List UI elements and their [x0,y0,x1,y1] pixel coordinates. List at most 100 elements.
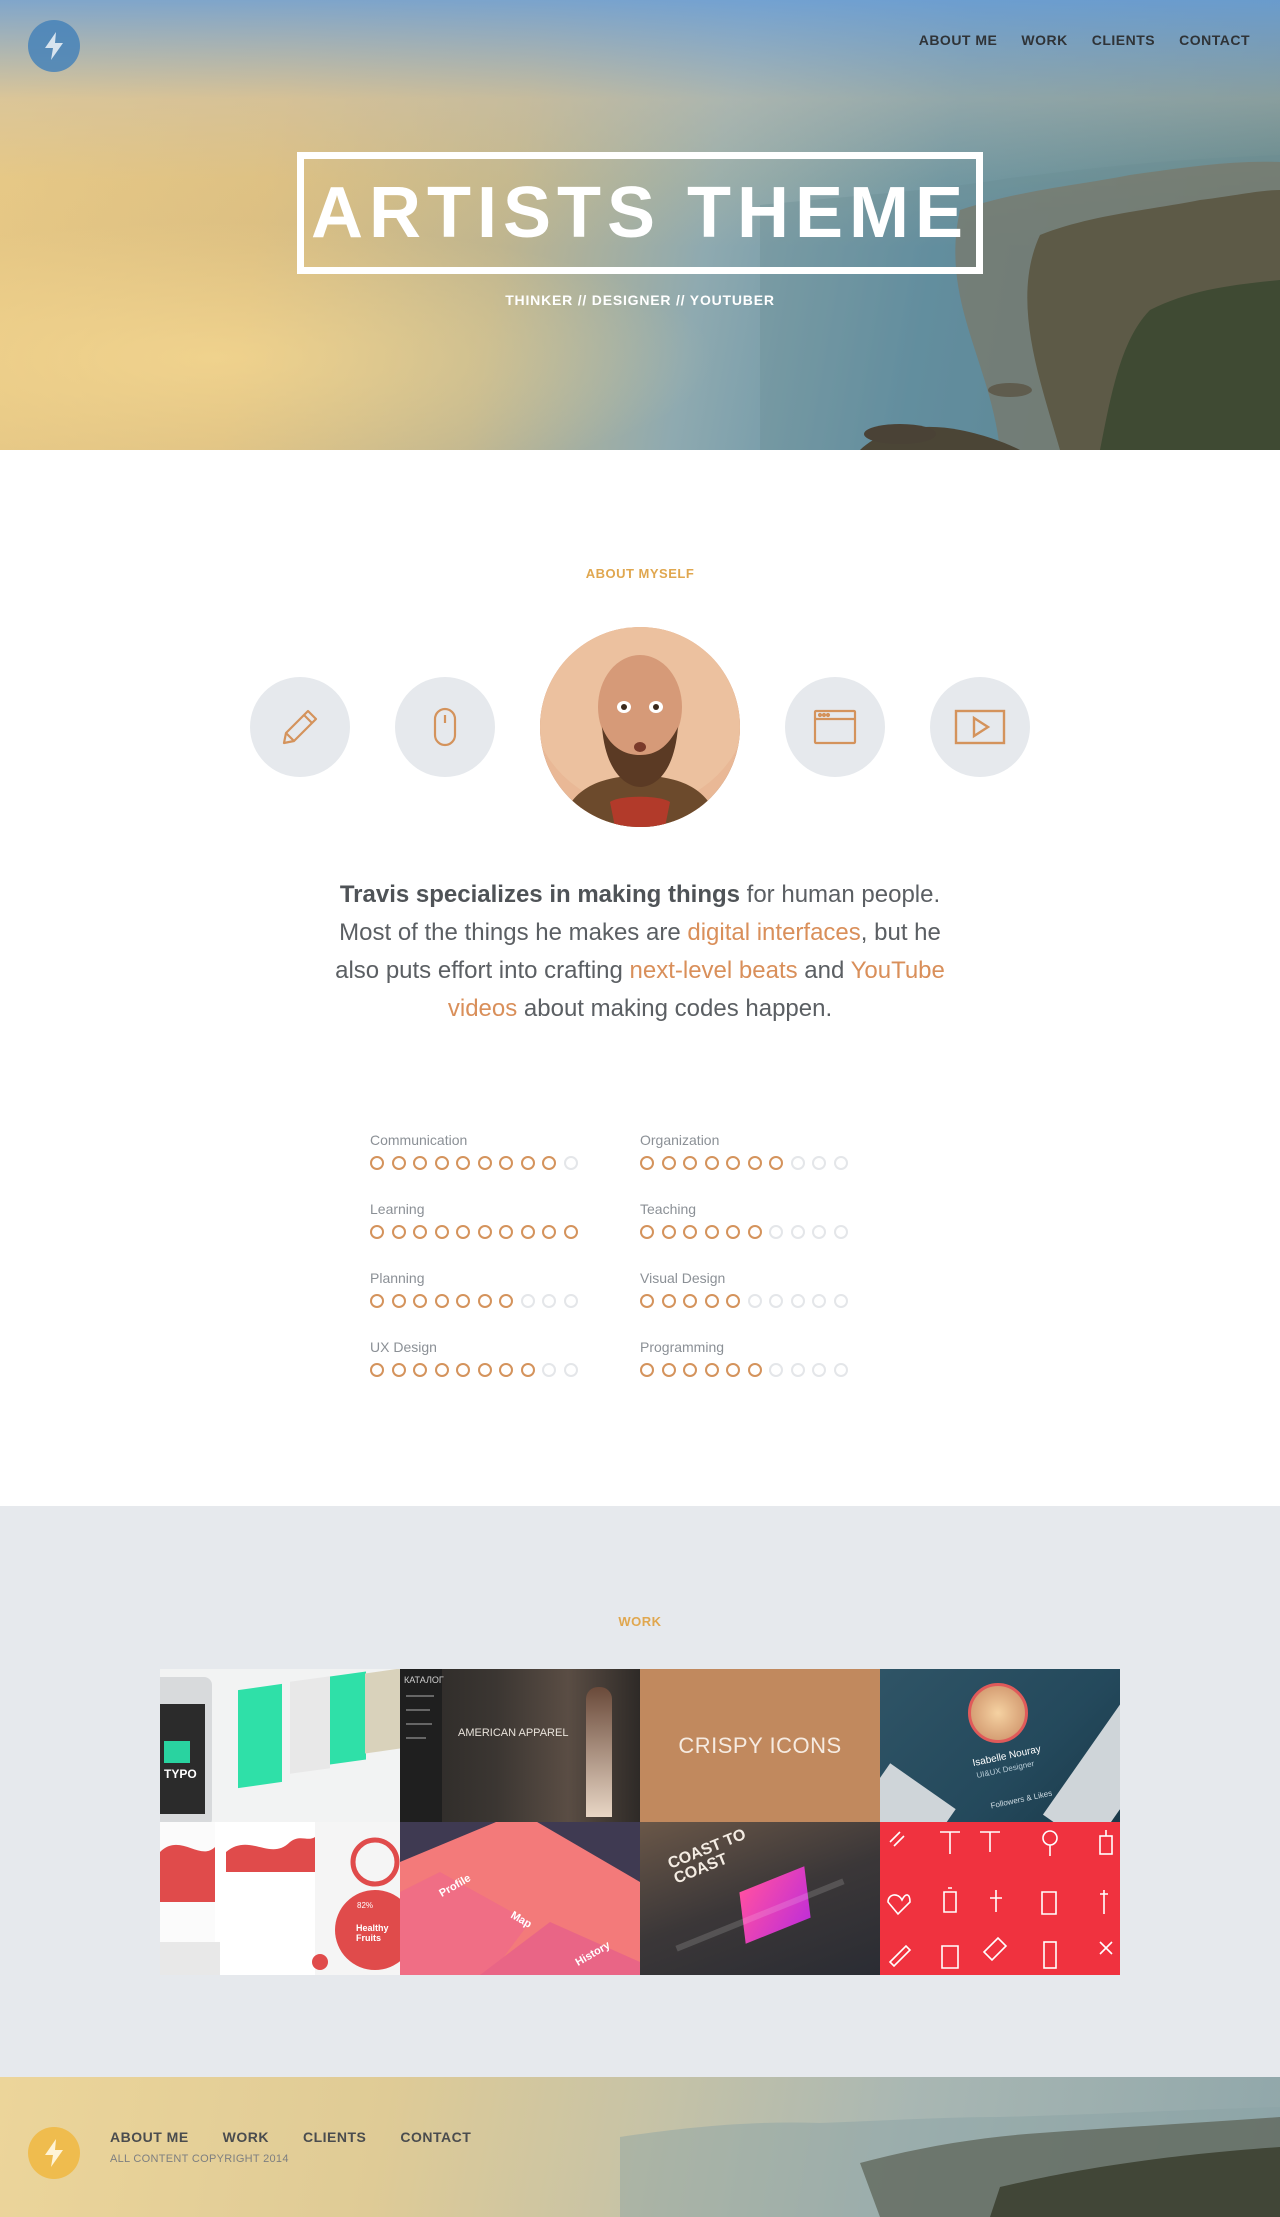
skill-programming: Programming [640,1339,880,1377]
rating-dot-filled [413,1225,427,1239]
skill-teaching: Teaching [640,1201,880,1239]
footer-nav-work[interactable]: WORK [223,2129,269,2145]
rating-dot-empty [790,1225,805,1239]
link-digital-interfaces[interactable]: digital interfaces [687,919,860,946]
rating-dot-empty [812,1294,826,1308]
work-tile-crispy-icons[interactable]: CRISPY ICONS [640,1669,880,1822]
rating-dot-filled [704,1363,719,1377]
work-tile-coast[interactable]: COAST TO COAST [640,1822,880,1975]
rating-dot-filled [563,1225,578,1239]
rating-dot-filled [640,1225,654,1239]
rating-dot-filled [683,1294,697,1308]
rating-dot-filled [434,1363,449,1377]
rating-dot-filled [726,1156,740,1170]
skill-label: Programming [640,1339,725,1355]
rating-dot-filled [520,1156,535,1170]
rating-dot-empty [542,1363,556,1377]
fruits-charts [160,1822,400,1975]
hero: ABOUT ME WORK CLIENTS CONTACT ARTISTS TH… [0,0,1280,450]
link-next-level-beats[interactable]: next-level beats [630,957,798,984]
apparel-title: AMERICAN APPAREL [458,1727,569,1739]
rating-dot-empty [542,1294,556,1308]
rating-dot-filled [391,1156,406,1170]
work-tile-fruits[interactable]: 82% Healthy Fruits [160,1822,400,1975]
logo[interactable] [28,20,80,72]
skill-ux-design: UX Design [370,1339,610,1377]
work-tile-red-icons[interactable] [880,1822,1120,1975]
browser-circle [785,677,885,777]
rating-dot-empty [769,1225,783,1239]
rating-dot-filled [640,1294,654,1308]
rating-dot-filled [704,1156,719,1170]
rating-dot-filled [413,1156,427,1170]
rating-dot-filled [499,1294,513,1308]
rating-dot-filled [726,1363,740,1377]
footer: ABOUT ME WORK CLIENTS CONTACT ALL CONTEN… [0,2077,1280,2217]
skill-label: Planning [370,1270,425,1286]
nav-work[interactable]: WORK [1021,32,1067,48]
rating-dot-filled [391,1294,406,1308]
rating-dot-filled [683,1225,697,1239]
rating-dot-filled [499,1225,513,1239]
rating-dot-empty [747,1294,762,1308]
work-label: WORK [618,1614,662,1629]
rating-dot-filled [661,1363,676,1377]
rating-dot-empty [812,1225,826,1239]
skill-rating [640,1294,880,1308]
avatar-photo [540,627,740,827]
rating-dot-filled [370,1156,384,1170]
rating-dot-filled [542,1225,556,1239]
nav-clients[interactable]: CLIENTS [1092,32,1155,48]
top-nav: ABOUT ME WORK CLIENTS CONTACT [919,32,1250,48]
skill-label: Teaching [640,1201,697,1217]
rating-dot-empty [563,1363,578,1377]
about-section: ABOUT MYSELF Travis specializes in makin… [0,450,1280,1506]
nav-about-me[interactable]: ABOUT ME [919,32,998,48]
crispy-icons-title: CRISPY ICONS [678,1732,842,1758]
work-tile-menu[interactable]: Profile Map History [400,1822,640,1975]
skill-label: Organization [640,1132,720,1148]
skill-planning: Planning [370,1270,610,1308]
rating-dot-filled [370,1225,384,1239]
skill-label: Communication [370,1132,468,1148]
rating-dot-filled [434,1225,449,1239]
hero-title-box: ARTISTS THEME [297,152,983,274]
catalog-menu-label: КАТАЛОГ [404,1675,444,1685]
rating-dot-filled [640,1363,654,1377]
rating-dot-filled [769,1156,783,1170]
nav-contact[interactable]: CONTACT [1179,32,1250,48]
work-tile-apparel[interactable]: КАТАЛОГ AMERICAN APPAREL [400,1669,640,1822]
fruits-title: Healthy Fruits [356,1923,389,1943]
work-tile-profile[interactable]: Isabelle Nouray UI&UX Designer Followers… [880,1669,1120,1822]
lightning-icon [45,32,63,60]
footer-logo[interactable] [28,2127,80,2179]
rating-dot-empty [520,1294,535,1308]
lightning-icon [45,2139,63,2167]
rating-dot-filled [477,1156,492,1170]
skill-label: Visual Design [640,1270,726,1286]
rating-dot-filled [704,1294,719,1308]
skill-label: Learning [370,1201,425,1217]
rating-dot-filled [499,1156,513,1170]
profile-footer: Followers & Likes [989,1788,1053,1811]
rating-dot-empty [833,1156,848,1170]
footer-nav: ABOUT ME WORK CLIENTS CONTACT [110,2129,471,2145]
avatar [540,627,740,827]
rating-dot-filled [520,1225,535,1239]
rating-dot-filled [456,1225,470,1239]
work-tile-typo[interactable]: TYPO [160,1669,400,1822]
footer-nav-about-me[interactable]: ABOUT ME [110,2129,189,2145]
footer-nav-clients[interactable]: CLIENTS [303,2129,366,2145]
rating-dot-filled [456,1294,470,1308]
skill-communication: Communication [370,1132,610,1170]
footer-nav-contact[interactable]: CONTACT [400,2129,471,2145]
rating-dot-filled [704,1225,719,1239]
rating-dot-filled [640,1156,654,1170]
rating-dot-filled [542,1156,556,1170]
pencil-circle [250,677,350,777]
bio-part-3: and [797,957,851,984]
browser-window-icon [813,709,857,745]
rating-dot-filled [747,1225,762,1239]
skill-organization: Organization [640,1132,880,1170]
rating-dot-empty [790,1156,805,1170]
